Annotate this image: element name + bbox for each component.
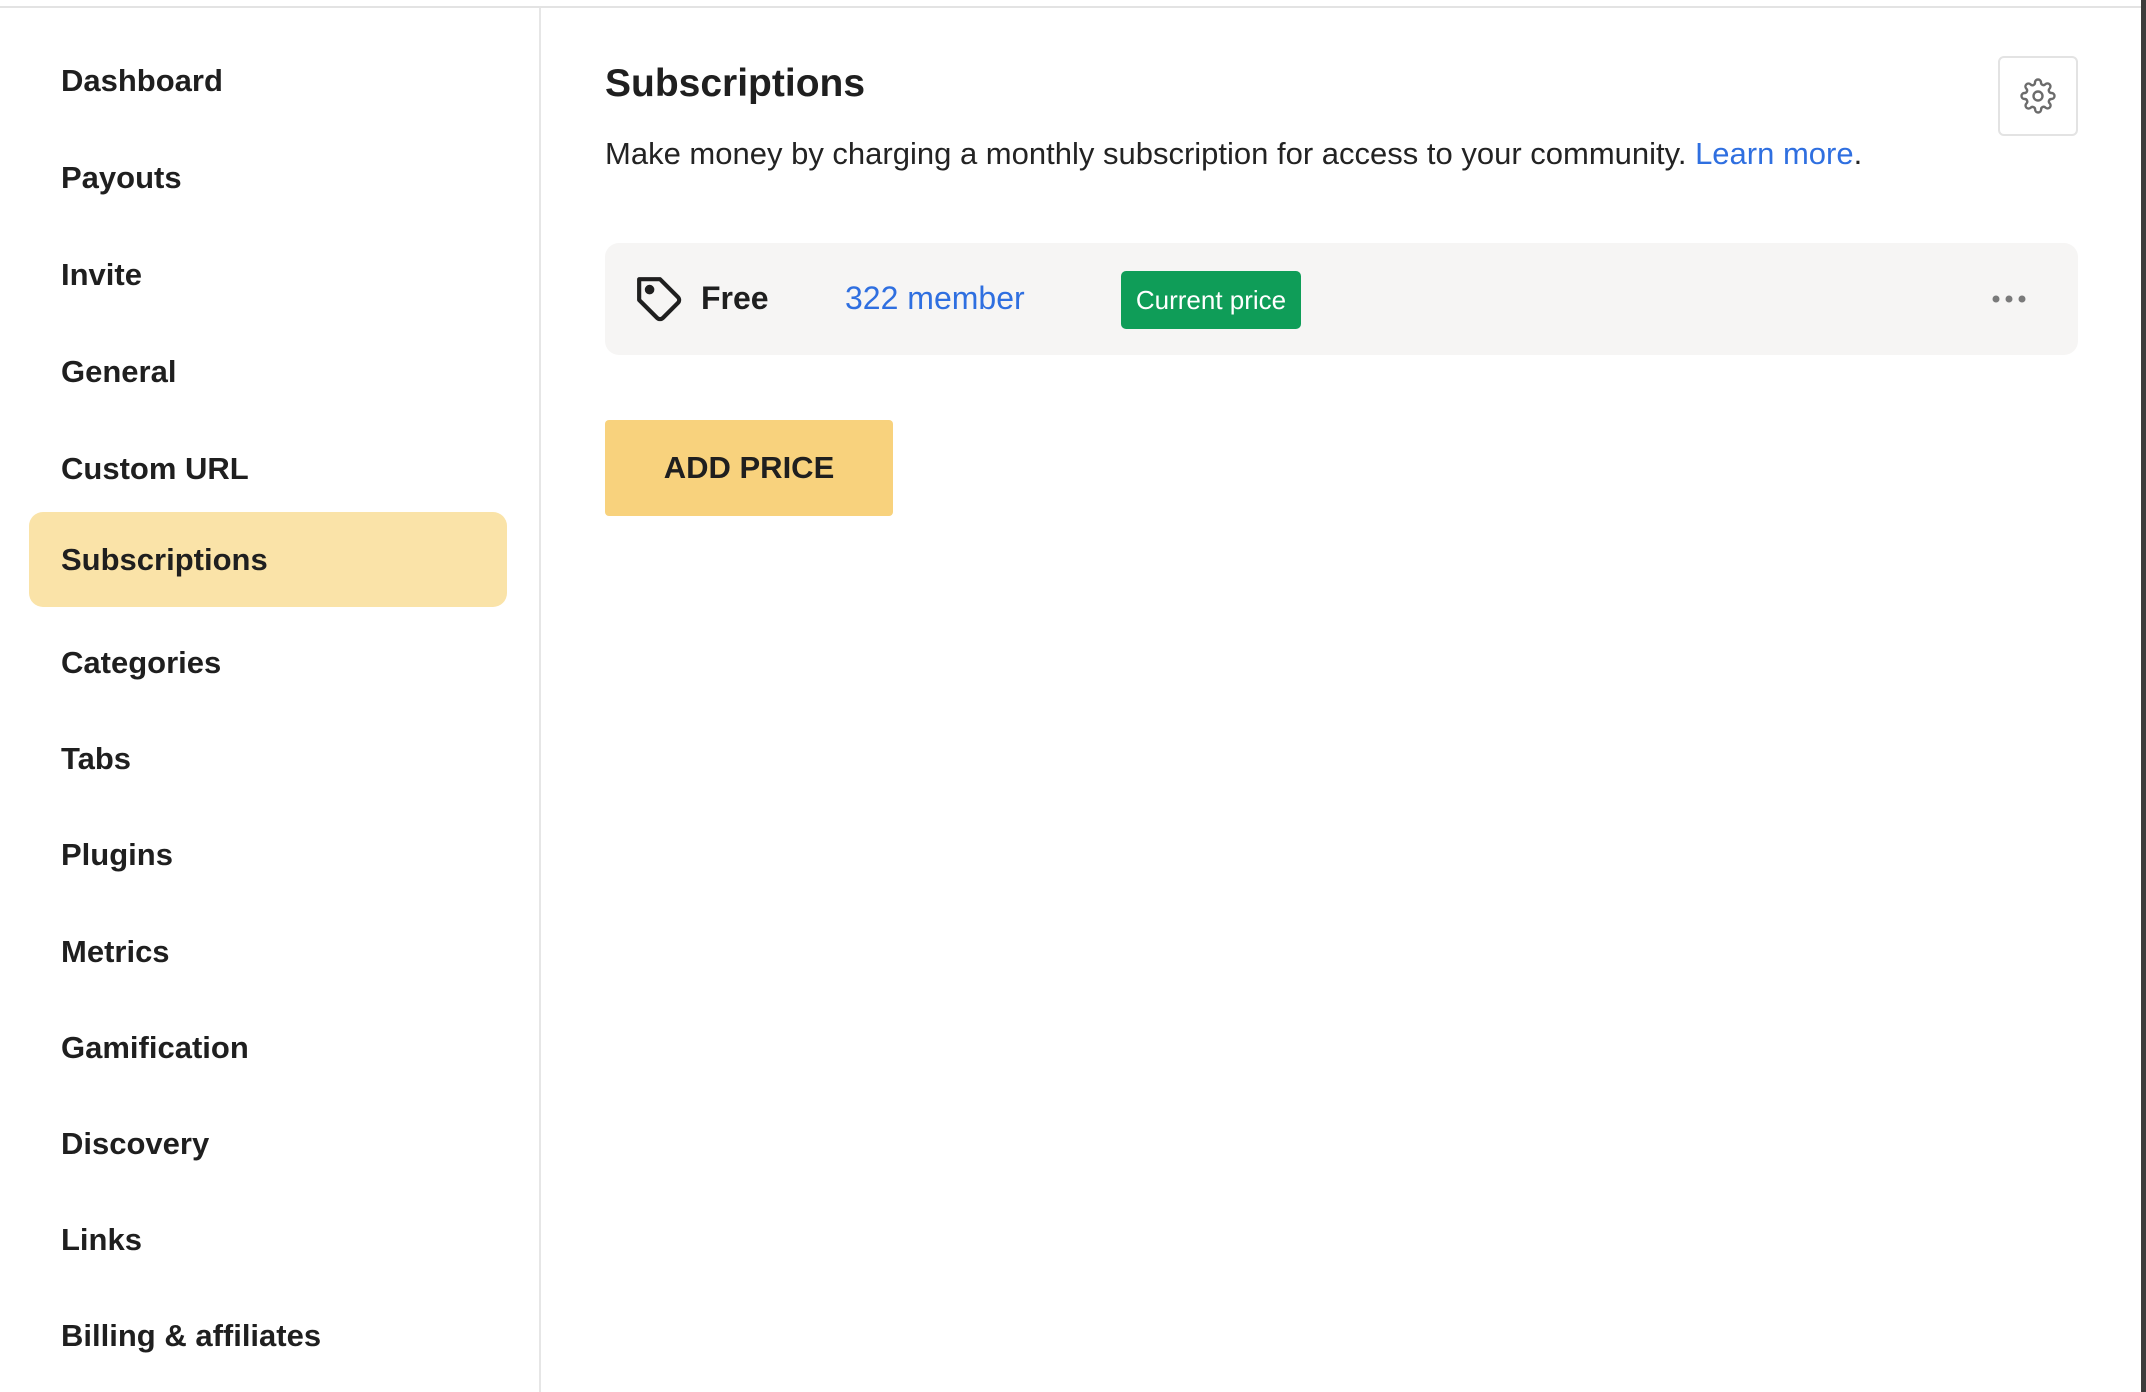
more-horizontal-icon: [1992, 295, 2026, 303]
price-row: Free 322 member Current price: [605, 243, 2078, 355]
sidebar-item-label: Tabs: [61, 740, 132, 776]
add-price-button[interactable]: ADD PRICE: [605, 420, 893, 516]
tag-icon: [637, 277, 682, 322]
current-price-badge: Current price: [1121, 271, 1301, 329]
sidebar-item-subscriptions[interactable]: Subscriptions: [29, 512, 507, 607]
sidebar-item-label: Billing & affiliates: [61, 1317, 322, 1353]
sidebar-item-label: Subscriptions: [61, 541, 268, 577]
description-period: .: [1853, 136, 1863, 171]
sidebar-item-general[interactable]: General: [29, 324, 507, 419]
subscriptions-panel: Subscriptions Make money by charging a m…: [605, 0, 2078, 1392]
learn-more-link[interactable]: Learn more: [1695, 136, 1854, 171]
gear-icon: [2020, 78, 2056, 114]
sidebar-item-label: Plugins: [61, 836, 173, 872]
sidebar-item-label: Categories: [61, 644, 222, 680]
sidebar-item-categories[interactable]: Categories: [29, 615, 507, 710]
sidebar-item-discovery[interactable]: Discovery: [29, 1096, 507, 1191]
page-description: Make money by charging a monthly subscri…: [605, 136, 1862, 172]
description-text: Make money by charging a monthly subscri…: [605, 136, 1696, 171]
sidebar-item-label: Custom URL: [61, 450, 249, 486]
price-name: Free: [701, 280, 769, 316]
sidebar-item-tabs[interactable]: Tabs: [29, 711, 507, 806]
sidebar-item-gamification[interactable]: Gamification: [29, 1000, 507, 1095]
settings-window: Dashboard Payouts Invite General Custom …: [0, 0, 2146, 1392]
sidebar-item-links[interactable]: Links: [29, 1192, 507, 1287]
page-title: Subscriptions: [605, 62, 866, 105]
sidebar-item-label: Dashboard: [61, 62, 223, 98]
sidebar-item-metrics[interactable]: Metrics: [29, 904, 507, 999]
sidebar-item-label: Discovery: [61, 1125, 210, 1161]
sidebar-item-dashboard[interactable]: Dashboard: [29, 33, 507, 128]
sidebar-item-label: Payouts: [61, 159, 182, 195]
sidebar-item-label: Metrics: [61, 933, 170, 969]
settings-button[interactable]: [1998, 56, 2078, 136]
sidebar-item-custom-url[interactable]: Custom URL: [29, 421, 507, 516]
sidebar-item-billing-affiliates[interactable]: Billing & affiliates: [29, 1288, 507, 1383]
price-options-button[interactable]: [1979, 279, 2039, 319]
settings-sidebar: Dashboard Payouts Invite General Custom …: [0, 8, 541, 1392]
sidebar-item-label: Invite: [61, 256, 142, 292]
member-count-link[interactable]: 322 member: [845, 280, 1025, 317]
sidebar-item-payouts[interactable]: Payouts: [29, 130, 507, 225]
sidebar-item-label: Links: [61, 1221, 142, 1257]
sidebar-item-label: Gamification: [61, 1029, 249, 1065]
window-edge: [2141, 0, 2146, 1392]
sidebar-item-label: General: [61, 353, 177, 389]
sidebar-item-invite[interactable]: Invite: [29, 227, 507, 322]
sidebar-item-plugins[interactable]: Plugins: [29, 807, 507, 902]
